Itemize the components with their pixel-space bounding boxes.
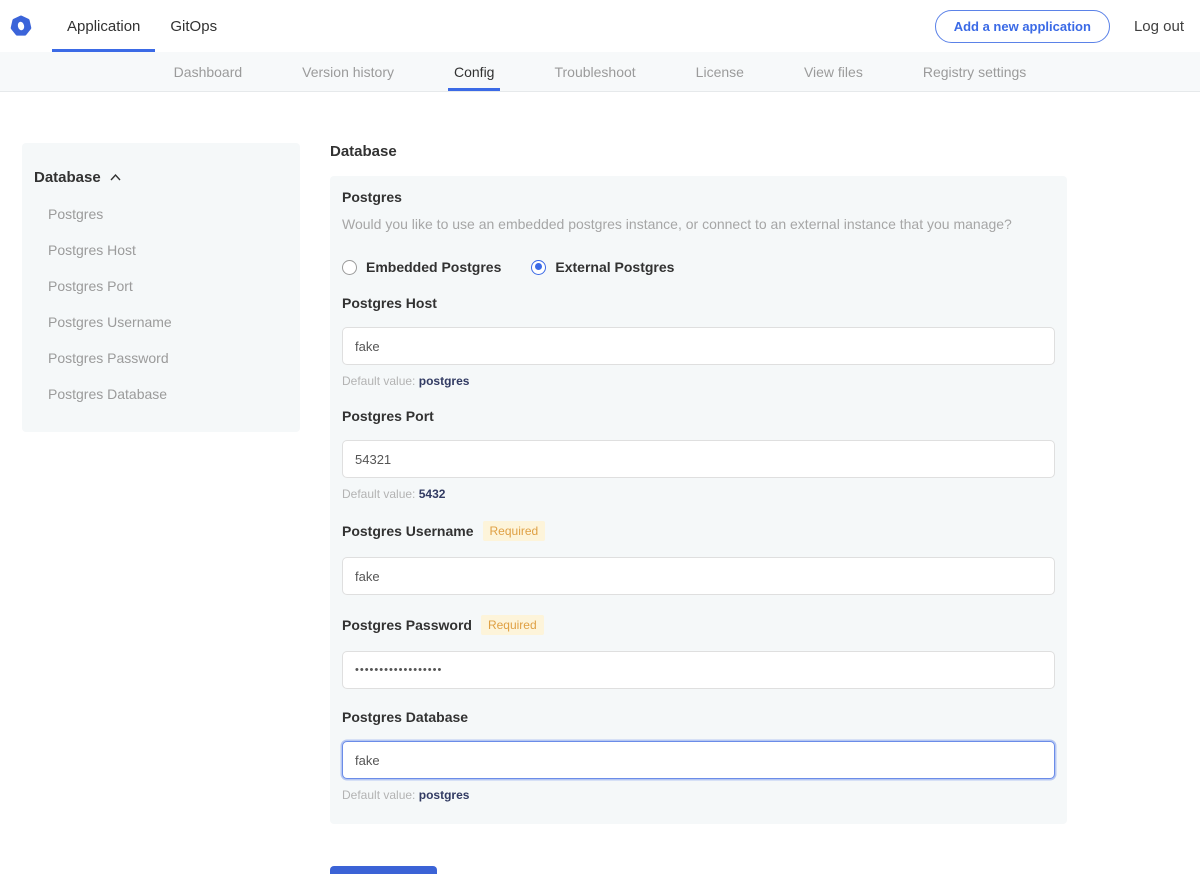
top-header: Application GitOps Add a new application… [0,0,1200,52]
sidebar-item-postgres-username[interactable]: Postgres Username [34,314,288,330]
field-postgres-password: Postgres Password Required [342,615,1055,689]
nav-item-registry-settings[interactable]: Registry settings [917,52,1032,91]
nav-item-dashboard[interactable]: Dashboard [168,52,249,91]
nav-item-version-history[interactable]: Version history [296,52,400,91]
default-hint-value: postgres [419,374,470,388]
postgres-port-label: Postgres Port [342,408,434,424]
radio-selected-icon[interactable] [531,260,546,275]
postgres-port-default-hint: Default value: 5432 [342,487,1055,501]
nav-item-license[interactable]: License [690,52,750,91]
radio-embedded-postgres[interactable]: Embedded Postgres [342,259,501,275]
radio-unselected-icon[interactable] [342,260,357,275]
config-card: Postgres Would you like to use an embedd… [330,176,1067,824]
postgres-database-input[interactable] [342,741,1055,779]
radio-external-postgres-label: External Postgres [555,259,674,275]
postgres-host-input[interactable] [342,327,1055,365]
save-config-button[interactable]: Save config [330,866,437,874]
sidebar-item-postgres-host[interactable]: Postgres Host [34,242,288,258]
sidebar-item-postgres-database[interactable]: Postgres Database [34,386,288,402]
postgres-host-label: Postgres Host [342,295,437,311]
postgres-type-radio-group: Embedded Postgres External Postgres [342,259,1055,275]
sidebar-group-label: Database [34,169,101,186]
postgres-username-label: Postgres Username [342,523,474,539]
header-right: Add a new application Log out [935,0,1200,52]
field-postgres-host: Postgres Host Default value: postgres [342,295,1055,388]
config-sidebar: Database Postgres Postgres Host Postgres… [22,143,300,432]
postgres-host-default-hint: Default value: postgres [342,374,1055,388]
config-group-help: Would you like to use an embedded postgr… [342,216,1055,232]
default-hint-value: postgres [419,788,470,802]
add-new-application-button[interactable]: Add a new application [935,10,1110,43]
chevron-up-icon [109,173,122,182]
default-hint-label: Default value: [342,788,415,802]
sidebar-item-postgres-port[interactable]: Postgres Port [34,278,288,294]
logout-button[interactable]: Log out [1134,18,1184,35]
postgres-database-label: Postgres Database [342,709,468,725]
sidebar-item-postgres[interactable]: Postgres [34,206,288,222]
sidebar-items: Postgres Postgres Host Postgres Port Pos… [34,206,288,402]
top-tabs: Application GitOps [52,0,232,52]
content-area: Database Postgres Postgres Host Postgres… [0,92,1200,874]
tab-gitops[interactable]: GitOps [155,0,232,52]
required-badge: Required [483,521,546,541]
field-postgres-database: Postgres Database Default value: postgre… [342,709,1055,802]
tab-application[interactable]: Application [52,0,155,52]
postgres-database-default-hint: Default value: postgres [342,788,1055,802]
required-badge: Required [481,615,544,635]
default-hint-label: Default value: [342,374,415,388]
sidebar-item-postgres-password[interactable]: Postgres Password [34,350,288,366]
field-postgres-username: Postgres Username Required [342,521,1055,595]
postgres-password-input[interactable] [342,651,1055,689]
app-subnav: Dashboard Version history Config Trouble… [0,52,1200,92]
default-hint-value: 5432 [419,487,446,501]
kots-logo-icon [10,15,32,37]
nav-item-config[interactable]: Config [448,52,500,91]
app-logo[interactable] [0,0,52,52]
config-group-label: Postgres [342,189,1055,205]
postgres-username-input[interactable] [342,557,1055,595]
radio-embedded-postgres-label: Embedded Postgres [366,259,501,275]
sidebar-group-database[interactable]: Database [34,169,288,186]
default-hint-label: Default value: [342,487,415,501]
page-title: Database [330,143,1067,160]
postgres-password-label: Postgres Password [342,617,472,633]
radio-external-postgres[interactable]: External Postgres [531,259,674,275]
field-postgres-port: Postgres Port Default value: 5432 [342,408,1055,501]
config-main: Database Postgres Would you like to use … [330,143,1067,874]
postgres-port-input[interactable] [342,440,1055,478]
nav-item-view-files[interactable]: View files [798,52,869,91]
nav-item-troubleshoot[interactable]: Troubleshoot [548,52,641,91]
